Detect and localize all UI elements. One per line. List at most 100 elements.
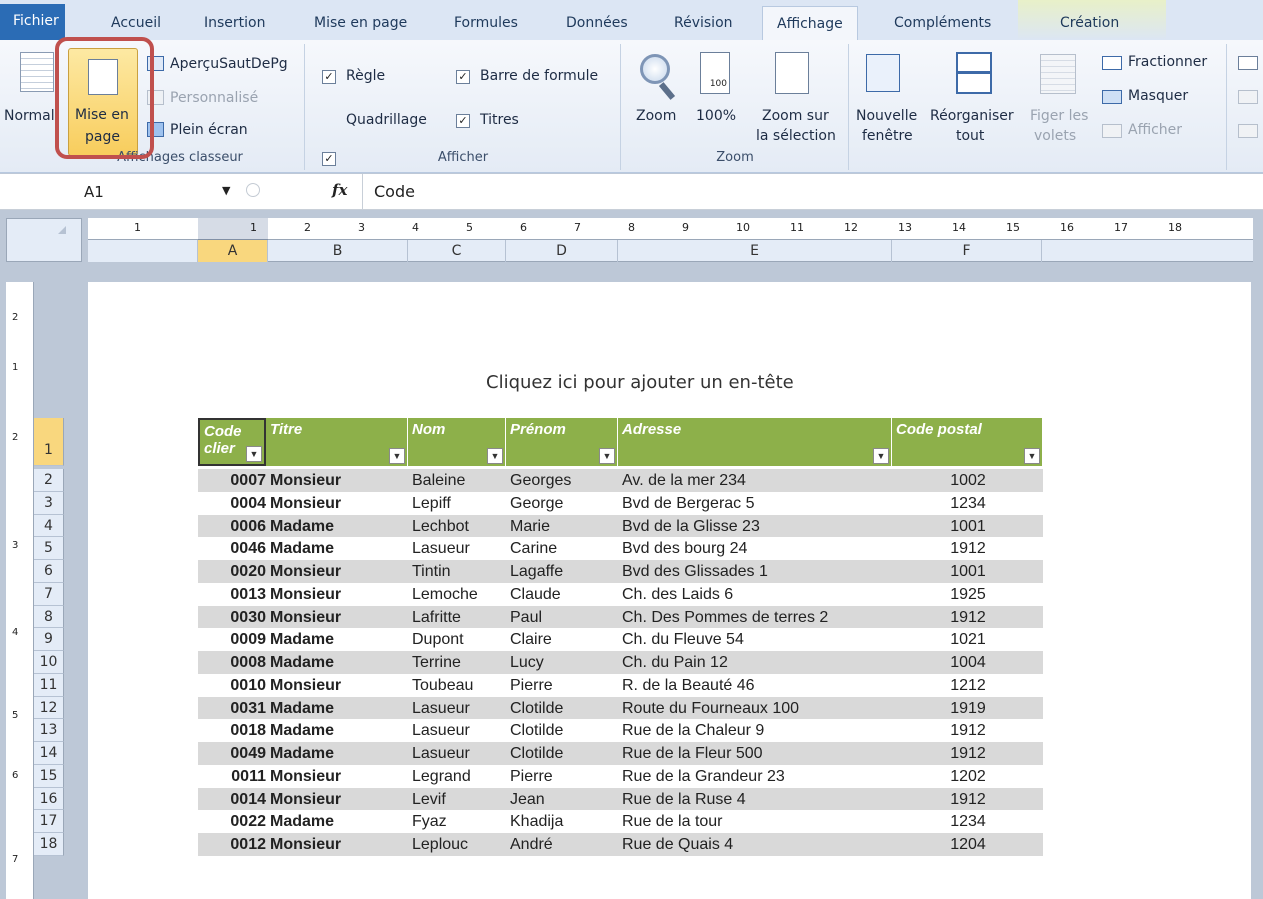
table-cell-titre[interactable]: Monsieur	[270, 606, 410, 628]
table-cell-adresse[interactable]: Av. de la mer 234	[622, 469, 892, 491]
table-cell-cp[interactable]: 1919	[898, 697, 1038, 719]
filter-dropdown-icon[interactable]: ▼	[246, 446, 262, 462]
table-cell-nom[interactable]: Lemoche	[412, 583, 506, 605]
table-cell-nom[interactable]: Lepiff	[412, 492, 506, 514]
table-cell-titre[interactable]: Madame	[270, 515, 410, 537]
table-cell-prenom[interactable]: Pierre	[510, 674, 618, 696]
table-cell-titre[interactable]: Madame	[270, 742, 410, 764]
row-header[interactable]: 5	[34, 537, 64, 560]
table-cell-prenom[interactable]: Lucy	[510, 651, 618, 673]
table-cell-prenom[interactable]: Lagaffe	[510, 560, 618, 582]
table-cell-code[interactable]: 0013	[220, 583, 266, 605]
reset-position-icon[interactable]	[1238, 124, 1258, 138]
table-cell-adresse[interactable]: Rue de Quais 4	[622, 833, 892, 855]
table-cell-nom[interactable]: Lasueur	[412, 697, 506, 719]
table-cell-adresse[interactable]: Rue de la tour	[622, 810, 892, 832]
table-cell-nom[interactable]: Lafritte	[412, 606, 506, 628]
side-by-side-icon[interactable]	[1238, 56, 1258, 70]
table-cell-prenom[interactable]: Khadija	[510, 810, 618, 832]
table-cell-adresse[interactable]: R. de la Beauté 46	[622, 674, 892, 696]
table-cell-titre[interactable]: Monsieur	[270, 788, 410, 810]
table-cell-code[interactable]: 0022	[220, 810, 266, 832]
row-header[interactable]: 16	[34, 787, 64, 811]
table-cell-code[interactable]: 0011	[220, 765, 266, 787]
table-cell-adresse[interactable]: Rue de la Fleur 500	[622, 742, 892, 764]
table-cell-titre[interactable]: Madame	[270, 651, 410, 673]
table-cell-adresse[interactable]: Rue de la Grandeur 23	[622, 765, 892, 787]
fullscreen-button[interactable]: Plein écran	[170, 122, 248, 138]
row-header[interactable]: 11	[34, 673, 64, 697]
column-header-f[interactable]: F	[892, 240, 1042, 262]
table-cell-titre[interactable]: Monsieur	[270, 492, 410, 514]
table-cell-cp[interactable]: 1002	[898, 469, 1038, 491]
split-button[interactable]: Fractionner	[1128, 54, 1207, 70]
table-cell-adresse[interactable]: Route du Fourneaux 100	[622, 697, 892, 719]
formula-bar-checkbox[interactable]: ✓	[456, 70, 470, 84]
table-cell-adresse[interactable]: Bvd des Glissades 1	[622, 560, 892, 582]
table-cell-code[interactable]: 0006	[220, 515, 266, 537]
table-cell-cp[interactable]: 1001	[898, 560, 1038, 582]
table-cell-cp[interactable]: 1912	[898, 788, 1038, 810]
tab-revision[interactable]: Révision	[660, 6, 747, 40]
table-cell-nom[interactable]: Terrine	[412, 651, 506, 673]
row-header[interactable]: 6	[34, 560, 64, 583]
select-all-corner[interactable]	[6, 218, 82, 262]
table-cell-cp[interactable]: 1021	[898, 628, 1038, 650]
freeze-panes-button-1[interactable]: Figer les	[1030, 108, 1088, 124]
tab-donnees[interactable]: Données	[552, 6, 642, 40]
row-header[interactable]: 3	[34, 491, 64, 515]
table-cell-code[interactable]: 0046	[220, 537, 266, 559]
table-cell-nom[interactable]: Baleine	[412, 469, 506, 491]
table-row[interactable]: 0013 Monsieur Lemoche Claude Ch. des Laids 6…	[198, 583, 1043, 606]
tab-mise-en-page[interactable]: Mise en page	[300, 6, 421, 40]
row-header[interactable]: 2	[34, 469, 64, 492]
table-cell-prenom[interactable]: Jean	[510, 788, 618, 810]
column-header-b[interactable]: B	[268, 240, 408, 262]
table-cell-code[interactable]: 0030	[220, 606, 266, 628]
table-cell-cp[interactable]: 1234	[898, 810, 1038, 832]
table-cell-prenom[interactable]: George	[510, 492, 618, 514]
table-cell-code[interactable]: 0031	[220, 697, 266, 719]
formula-input[interactable]: Code	[374, 182, 415, 201]
name-box[interactable]: A1	[84, 183, 104, 201]
table-cell-cp[interactable]: 1004	[898, 651, 1038, 673]
table-cell-nom[interactable]: Tintin	[412, 560, 506, 582]
table-cell-prenom[interactable]: Clotilde	[510, 719, 618, 741]
zoom-100-button[interactable]: 100%	[696, 108, 736, 124]
tab-fichier[interactable]: Fichier	[0, 4, 65, 40]
row-header[interactable]: 7	[34, 582, 64, 606]
filter-dropdown-icon[interactable]: ▼	[487, 448, 503, 464]
table-cell-adresse[interactable]: Bvd des bourg 24	[622, 537, 892, 559]
new-window-button-1[interactable]: Nouvelle	[856, 108, 917, 124]
table-cell-nom[interactable]: Fyaz	[412, 810, 506, 832]
table-cell-code[interactable]: 0020	[220, 560, 266, 582]
column-header-e[interactable]: E	[618, 240, 892, 262]
table-cell-adresse[interactable]: Ch. du Fleuve 54	[622, 628, 892, 650]
row-header[interactable]: 18	[34, 833, 64, 856]
name-box-dropdown-icon[interactable]: ▼	[222, 184, 230, 197]
column-header-c[interactable]: C	[408, 240, 506, 262]
table-row[interactable]: 0004 Monsieur Lepiff George Bvd de Bergerac …	[198, 492, 1043, 515]
table-row[interactable]: 0007 Monsieur Baleine Georges Av. de la mer …	[198, 469, 1043, 492]
filter-dropdown-icon[interactable]: ▼	[599, 448, 615, 464]
table-cell-nom[interactable]: Lasueur	[412, 719, 506, 741]
tab-insertion[interactable]: Insertion	[190, 6, 279, 40]
table-cell-nom[interactable]: Toubeau	[412, 674, 506, 696]
table-row[interactable]: 0046 Madame Lasueur Carine Bvd des bourg 24 1…	[198, 537, 1043, 560]
table-cell-prenom[interactable]: Marie	[510, 515, 618, 537]
table-cell-cp[interactable]: 1912	[898, 719, 1038, 741]
table-cell-prenom[interactable]: Clotilde	[510, 697, 618, 719]
table-cell-cp[interactable]: 1925	[898, 583, 1038, 605]
hide-button[interactable]: Masquer	[1128, 88, 1188, 104]
table-row[interactable]: 0018 Madame Lasueur Clotilde Rue de la Chale…	[198, 719, 1043, 742]
tab-complements[interactable]: Compléments	[880, 6, 1005, 40]
zoom-button[interactable]: Zoom	[636, 108, 676, 124]
tab-accueil[interactable]: Accueil	[97, 6, 175, 40]
fx-icon[interactable]: fx	[332, 181, 347, 199]
normal-view-button[interactable]: Normal	[4, 108, 55, 124]
tab-formules[interactable]: Formules	[440, 6, 532, 40]
filter-dropdown-icon[interactable]: ▼	[389, 448, 405, 464]
table-cell-prenom[interactable]: Claire	[510, 628, 618, 650]
unhide-button[interactable]: Afficher	[1128, 122, 1182, 138]
sync-scroll-icon[interactable]	[1238, 90, 1258, 104]
